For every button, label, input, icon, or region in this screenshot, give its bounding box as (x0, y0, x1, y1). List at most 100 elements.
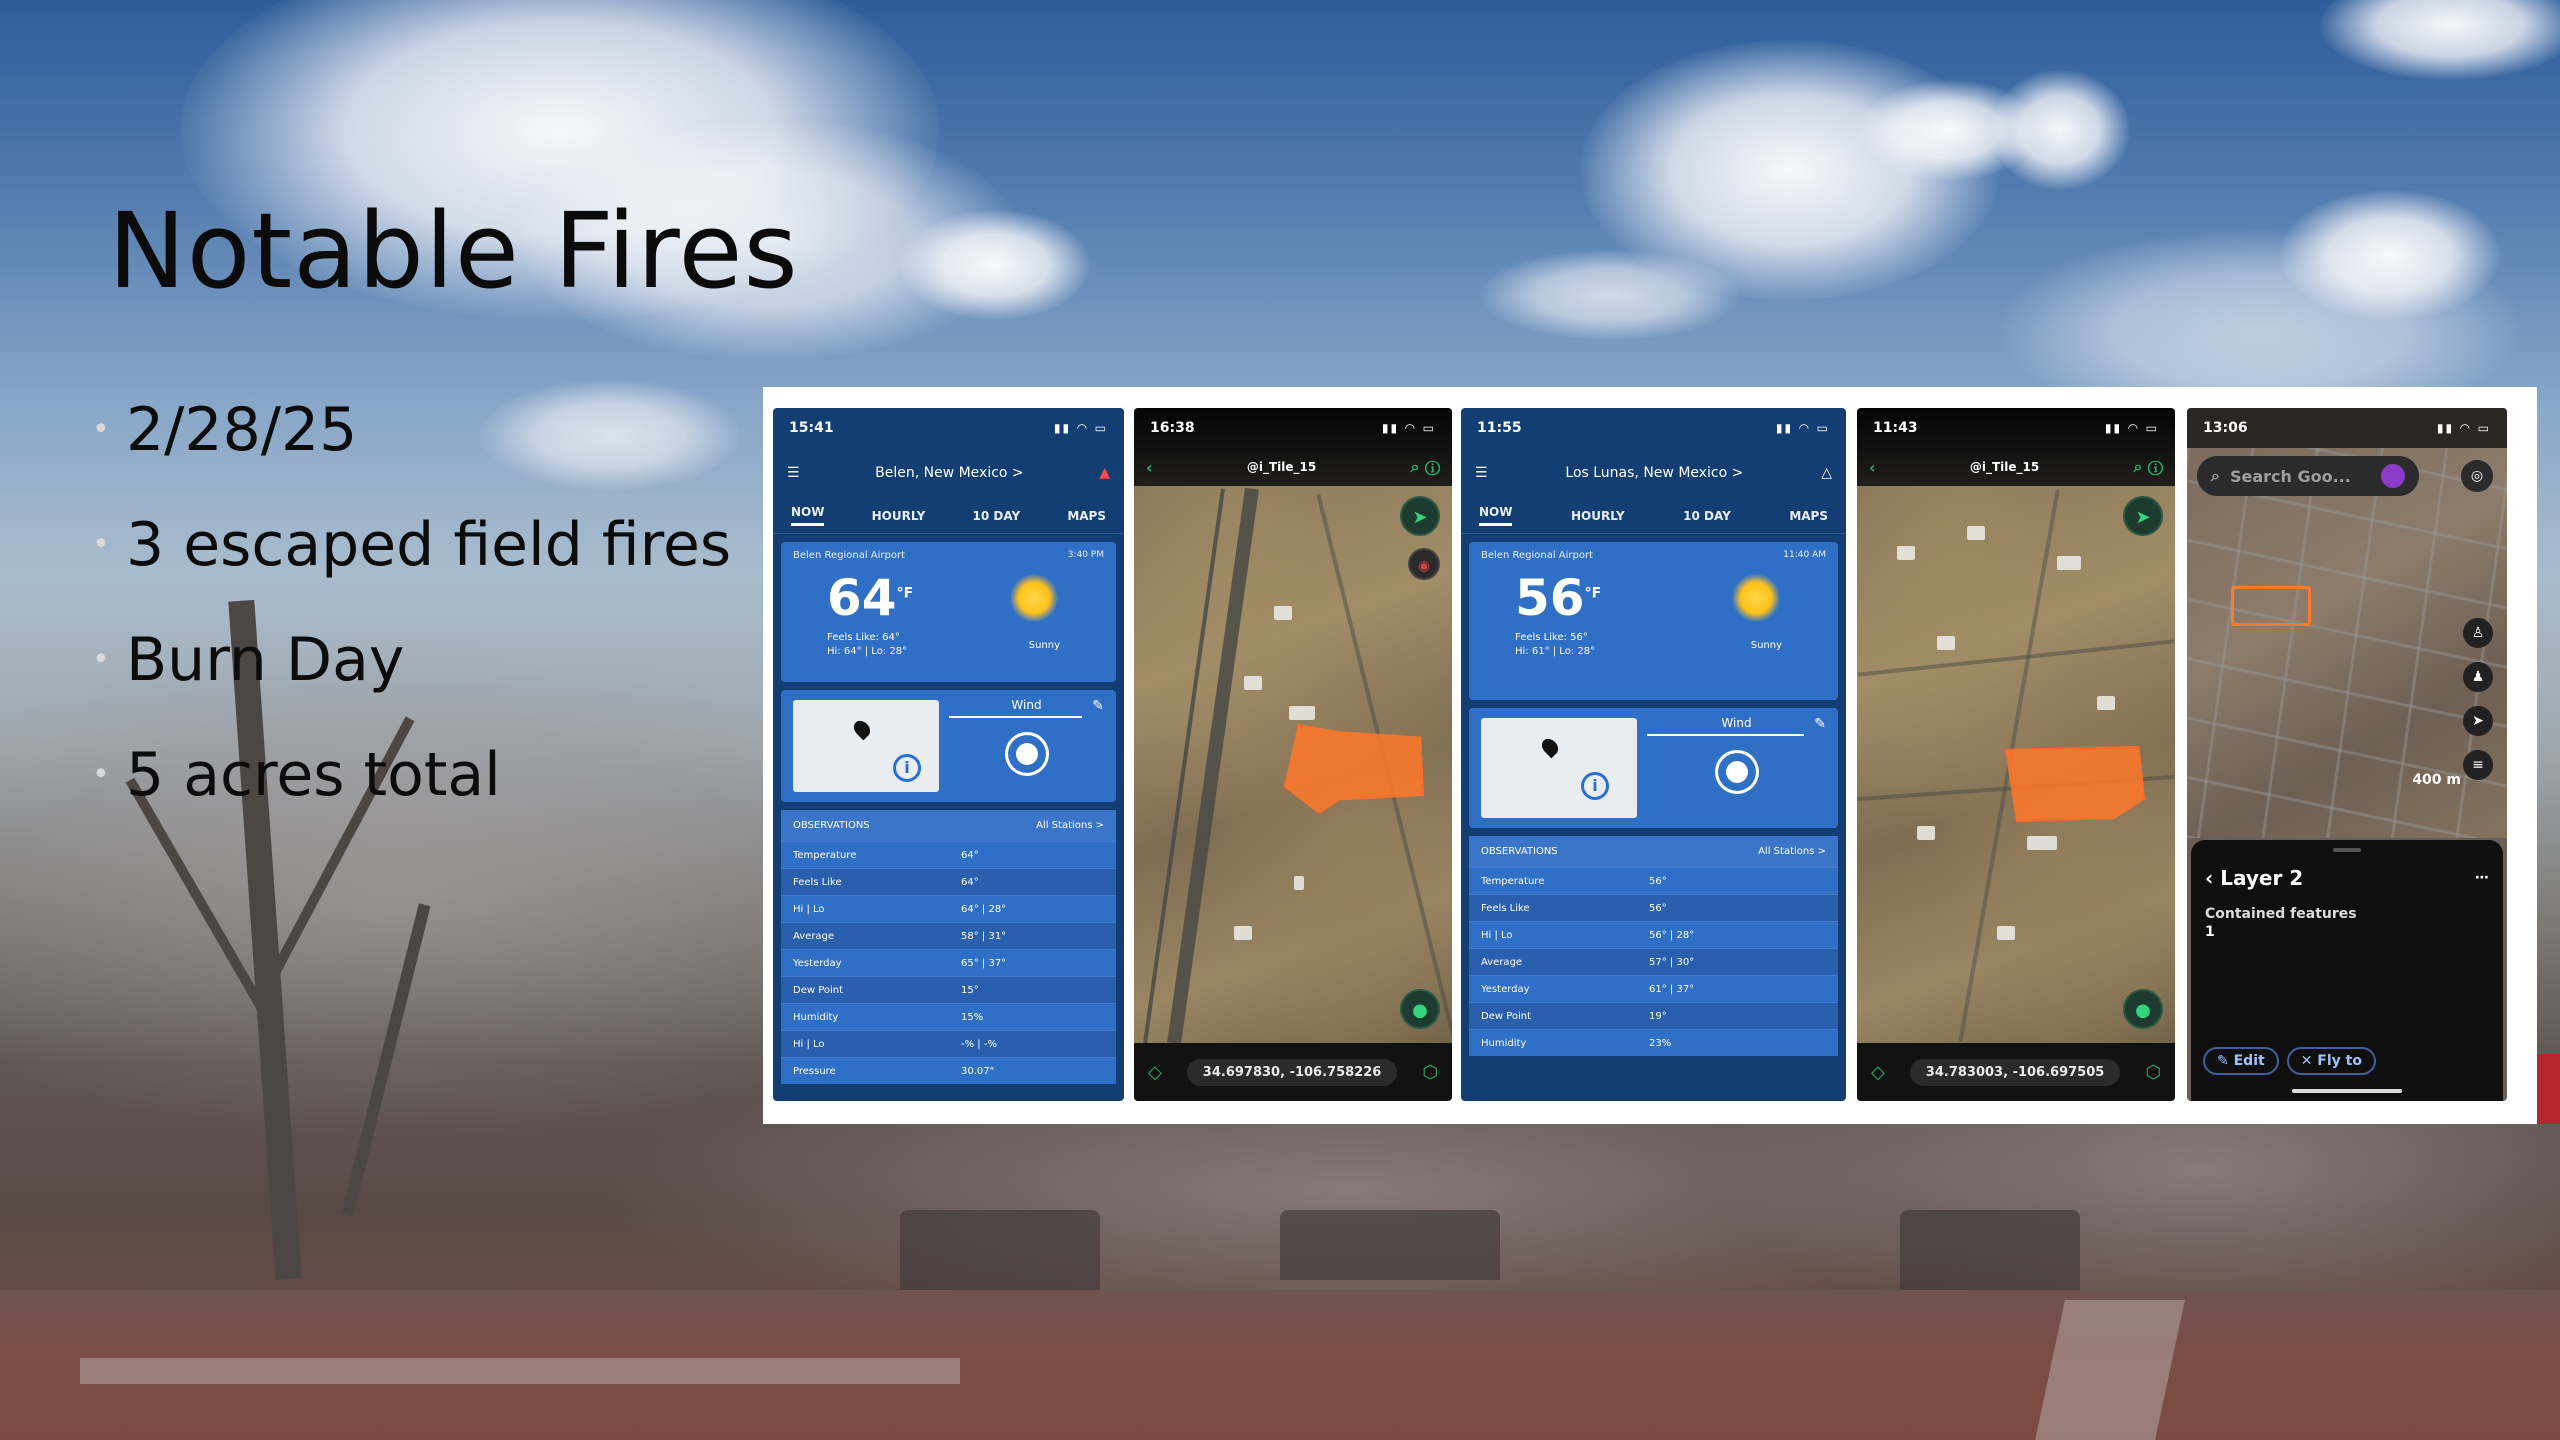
hexagon-icon[interactable]: ⬡ (2145, 1062, 2161, 1083)
person-icon[interactable]: ♙ (2463, 618, 2493, 648)
globe-icon[interactable]: ◎ (2461, 460, 2493, 492)
table-row: Hi | Lo -% | -% (781, 1030, 1116, 1057)
station-name: Belen Regional Airport (793, 550, 906, 561)
layer-title-row: ‹ Layer 2 (2205, 866, 2303, 890)
edit-pencil-icon[interactable]: ✎ (1092, 698, 1104, 714)
weather-screenshot-los-lunas: 11:55 ▮▮ ◠ ▭ ☰ Los Lunas, New Mexico > △ … (1461, 408, 1846, 1101)
location-selector[interactable]: Los Lunas, New Mexico > (1565, 465, 1743, 481)
tab-hourly[interactable]: HOURLY (1571, 509, 1625, 523)
edit-pencil-icon[interactable]: ✎ (1814, 716, 1826, 732)
status-time: 15:41 (789, 420, 834, 436)
alert-icon[interactable]: △ (1821, 465, 1832, 481)
coordinates-readout[interactable]: 34.783003, -106.697505 (1909, 1058, 2121, 1086)
feels-like: Feels Like: 64° Hi: 64° | Lo: 28° (827, 632, 908, 657)
mini-map[interactable]: i (1481, 718, 1637, 818)
status-icons: ▮▮ ◠ ▭ (2436, 421, 2491, 435)
menu-icon[interactable]: ☰ (1475, 465, 1488, 481)
observations-table: OBSERVATIONS All Stations > Temperature 64… (781, 810, 1116, 1084)
avatar[interactable] (2381, 464, 2405, 488)
tab-hourly[interactable]: HOURLY (872, 509, 926, 523)
sheet-drag-handle[interactable] (2333, 848, 2361, 852)
tab-now[interactable]: NOW (1479, 505, 1513, 526)
location-selector[interactable]: Belen, New Mexico > (875, 465, 1024, 481)
google-earth-screenshot: 13:06 ▮▮ ◠ ▭ ⌕ Search Goo... ◎ ♙ ♟ ➤ ≡ 40… (2187, 408, 2507, 1101)
layers-icon[interactable]: ≡ (2463, 750, 2493, 780)
status-time: 16:38 (1150, 420, 1195, 436)
all-stations-link[interactable]: All Stations > (1758, 846, 1826, 857)
observations-label: OBSERVATIONS (1481, 846, 1558, 857)
table-row: Humidity 23% (1469, 1029, 1838, 1056)
table-row: Pressure 30.07" (781, 1057, 1116, 1084)
tab-maps[interactable]: MAPS (1789, 509, 1828, 523)
location-pin-icon[interactable]: ● (2123, 989, 2163, 1029)
map-wind-card: i Wind ✎ (1469, 708, 1838, 828)
bullet-list: • 2/28/25 • 3 escaped field fires • Burn… (92, 372, 731, 832)
street-view-icon[interactable]: ♟ (2463, 662, 2493, 692)
navigate-icon[interactable]: ➤ (2463, 706, 2493, 736)
coordinates-bar: ◇ 34.783003, -106.697505 ⬡ (1857, 1043, 2175, 1101)
layers-icon[interactable]: ◇ (1148, 1062, 1162, 1083)
tab-maps[interactable]: MAPS (1067, 509, 1106, 523)
bullet-dot-icon: • (92, 527, 110, 562)
fly-to-button[interactable]: ✕ Fly to (2286, 1047, 2376, 1075)
all-stations-link[interactable]: All Stations > (1036, 820, 1104, 831)
info-icon[interactable]: i (893, 754, 921, 782)
navigate-icon[interactable]: ➤ (1400, 496, 1440, 536)
info-icon[interactable]: i (1581, 772, 1609, 800)
back-icon[interactable]: ‹ (1146, 458, 1153, 477)
coordinates-bar: ◇ 34.697830, -106.758226 ⬡ (1134, 1043, 1452, 1101)
back-icon[interactable]: ‹ (2205, 866, 2220, 890)
tab-now[interactable]: NOW (791, 505, 825, 526)
table-row: Yesterday 61° | 37° (1469, 975, 1838, 1002)
map-pin-icon (850, 717, 874, 741)
map-scale: 400 m (2412, 772, 2461, 788)
table-row: Hi | Lo 64° | 28° (781, 895, 1116, 922)
home-indicator (2292, 1089, 2402, 1093)
back-icon[interactable]: ‹ (1869, 458, 1876, 477)
sun-icon (1010, 574, 1058, 622)
bullet-dot-icon: • (92, 642, 110, 677)
satellite-imagery[interactable]: ➤ ◉ ● (1134, 486, 1452, 1045)
tab-10-day[interactable]: 10 DAY (973, 509, 1021, 523)
map-title: @i_Tile_15 (1969, 460, 2040, 474)
search-input[interactable]: ⌕ Search Goo... (2197, 456, 2419, 496)
menu-icon[interactable]: ☰ (787, 465, 800, 481)
station-name: Belen Regional Airport (1481, 550, 1594, 561)
search-placeholder: Search Goo... (2229, 466, 2351, 486)
slide-title: Notable Fires (108, 190, 799, 312)
edit-button[interactable]: ✎ Edit (2203, 1047, 2279, 1075)
more-icon[interactable]: ⋯ (2475, 870, 2489, 886)
burn-area-polygon (2005, 746, 2145, 822)
search-icon: ⌕ (2211, 466, 2220, 485)
table-row: Average 57° | 30° (1469, 948, 1838, 975)
map-pin-icon (1538, 735, 1562, 759)
mini-map[interactable]: i (793, 700, 939, 792)
table-row: Temperature 64° (781, 841, 1116, 868)
navigate-icon[interactable]: ➤ (2123, 496, 2163, 536)
table-row: Feels Like 56° (1469, 894, 1838, 921)
bullet-item: • 2/28/25 (92, 372, 731, 487)
table-row: Yesterday 65° | 37° (781, 949, 1116, 976)
tab-10-day[interactable]: 10 DAY (1683, 509, 1731, 523)
status-time: 11:55 (1477, 420, 1522, 436)
table-row: Dew Point 15° (781, 976, 1116, 1003)
bullet-item: • Burn Day (92, 602, 731, 717)
search-icon[interactable]: ⌕ ⓘ (1411, 457, 1441, 477)
status-icons: ▮▮ ◠ ▭ (1053, 421, 1108, 435)
satellite-imagery[interactable]: ➤ ● (1857, 486, 2175, 1043)
weather-screenshot-belen: 15:41 ▮▮ ◠ ▭ ☰ Belen, New Mexico > ▲ NOW … (773, 408, 1124, 1101)
compass-icon[interactable]: ◉ (1408, 548, 1440, 580)
alert-icon[interactable]: ▲ (1099, 465, 1110, 481)
status-time: 13:06 (2203, 420, 2248, 436)
map-title: @i_Tile_15 (1246, 460, 1317, 474)
status-time: 11:43 (1873, 420, 1918, 436)
bullet-text: 2/28/25 (126, 394, 358, 465)
coordinates-readout[interactable]: 34.697830, -106.758226 (1186, 1058, 1398, 1086)
layers-icon[interactable]: ◇ (1871, 1062, 1885, 1083)
search-icon[interactable]: ⌕ ⓘ (2134, 457, 2164, 477)
condition-text: Sunny (1028, 640, 1060, 651)
hexagon-icon[interactable]: ⬡ (1422, 1062, 1438, 1083)
location-pin-icon[interactable]: ● (1400, 989, 1440, 1029)
table-row: Hi | Lo 56° | 28° (1469, 921, 1838, 948)
sun-icon (1732, 574, 1780, 622)
